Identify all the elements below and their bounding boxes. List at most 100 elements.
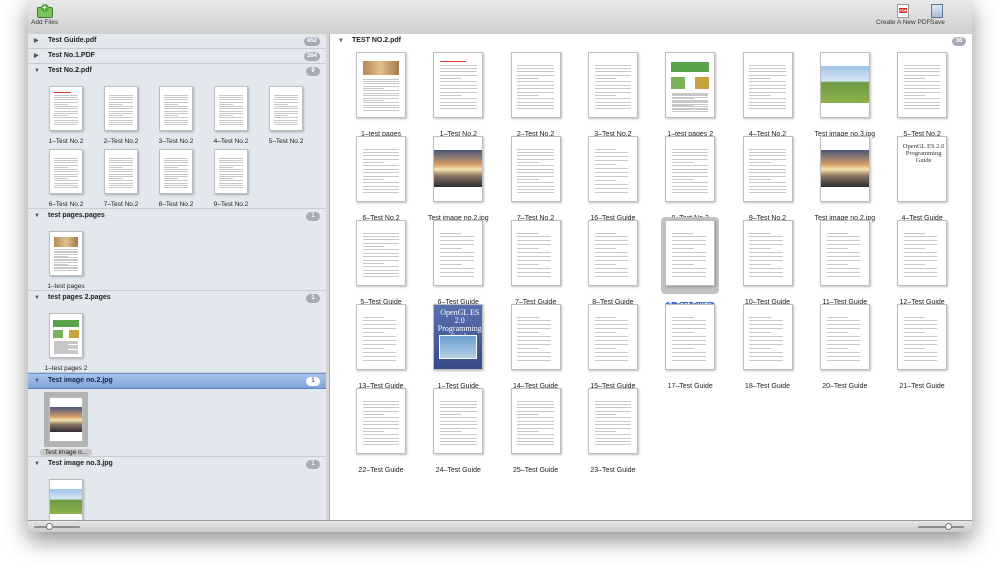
disclosure-triangle-icon[interactable]: ▼ [34, 64, 40, 78]
page-grid-item[interactable]: OpenGL ES 2.0 Programming Guide1–Test Gu… [423, 304, 493, 393]
page-grid-item[interactable]: Test image no.2.jpg [423, 136, 493, 225]
page-thumbnail [356, 304, 406, 370]
page-grid-item[interactable]: 14–Test Guide [501, 304, 571, 393]
create-pdf-button[interactable]: PDF Create A New PDF [876, 4, 931, 26]
page-grid-item[interactable]: 2–Test No.2 [501, 52, 571, 141]
page-grid-item[interactable]: 24–Test Guide [423, 388, 493, 477]
page-grid-item[interactable]: 17–Test Guide [655, 304, 725, 393]
page-grid-item[interactable]: 23–Test Guide [578, 388, 648, 477]
page-grid-item[interactable]: 18–Test Guide [733, 304, 803, 393]
page-grid-label: 23–Test Guide [590, 467, 636, 474]
sidebar-page-item[interactable]: 1–Test No.2 [40, 86, 92, 145]
page-grid-item[interactable]: 21–Test Guide [887, 304, 957, 393]
page-grid-item[interactable]: 22–Test Guide [346, 388, 416, 477]
main-zoom-slider[interactable] [918, 523, 964, 530]
sidebar-page-item[interactable]: Test image n... [40, 392, 92, 456]
page-grid-item[interactable]: 7–Test Guide [501, 220, 571, 309]
add-files-label: Add Files [31, 19, 59, 26]
page-grid-label: 20–Test Guide [822, 383, 868, 390]
page-thumbnail [49, 86, 83, 131]
page-grid-item[interactable]: 7–Test No.2 [501, 136, 571, 225]
sidebar-page-item[interactable]: 1–test pages 2 [40, 313, 92, 372]
sidebar-page-label: 3–Test No.2 [158, 138, 194, 145]
sidebar-page-item[interactable]: 1–test pages [40, 231, 92, 290]
page-grid-item[interactable]: 3–Test No.2 [578, 52, 648, 141]
page-grid-item[interactable]: 12–Test Guide [887, 220, 957, 309]
page-grid-item[interactable]: 11–Test Guide [810, 220, 880, 309]
photo-thumbnail [819, 52, 870, 118]
sidebar-group-header[interactable]: ▼ Test No.2.pdf 9 [28, 64, 326, 78]
page-thumbnail [49, 231, 83, 276]
disclosure-triangle-icon[interactable]: ▶ [34, 49, 39, 63]
page-thumbnail [433, 388, 484, 454]
slider-knob[interactable] [45, 523, 53, 530]
disclosure-triangle-icon[interactable]: ▶ [34, 34, 39, 48]
disclosure-triangle-icon[interactable]: ▼ [34, 291, 40, 305]
sidebar-zoom-slider[interactable] [34, 523, 80, 530]
sidebar-page-item[interactable]: 5–Test No.2 [260, 86, 312, 145]
page-grid-item[interactable]: 6–Test No.2 [346, 136, 416, 225]
sidebar-group-header[interactable]: ▶ Test Guide.pdf 452 [28, 34, 326, 48]
page-thumbnail [742, 136, 793, 202]
page-grid-item[interactable]: 4–Test No.2 [733, 52, 803, 141]
page-grid-item[interactable]: 8–Test Guide [578, 220, 648, 309]
page-grid-item[interactable]: 25–Test Guide [501, 388, 571, 477]
save-icon [931, 4, 944, 18]
page-grid-item[interactable]: 6–Test Guide [423, 220, 493, 309]
page-grid-item[interactable]: 16–Test Guide [578, 136, 648, 225]
page-grid-label: 22–Test Guide [358, 467, 404, 474]
page-thumbnail [510, 388, 561, 454]
page-thumbnail [214, 86, 248, 131]
page-thumbnail [819, 304, 870, 370]
disclosure-triangle-icon[interactable]: ▼ [34, 457, 40, 471]
page-grid-item[interactable]: 5–Test Guide [346, 220, 416, 309]
sidebar-page-item[interactable]: Test image n... [40, 479, 92, 520]
page-grid-item[interactable]: 20–Test Guide [810, 304, 880, 393]
app-window: + Add Files PDF Create A New PDF Save ▶ T… [28, 0, 972, 532]
page-count-badge: 364 [303, 52, 320, 61]
page-grid-item[interactable]: 1–test pages 2 [655, 52, 725, 141]
page-thumbnail [356, 220, 406, 286]
sidebar-group: ▼ Test image no.3.jpg 1 Test image n... [28, 457, 326, 520]
page-thumbnail [587, 220, 638, 286]
sidebar-group-header[interactable]: ▼ Test image no.2.jpg 1 [28, 373, 326, 389]
page-grid-item[interactable]: OpenGL ES 2.0 Programming Guide 4–Test Gu… [887, 136, 957, 225]
page-grid-item[interactable]: 9–Test No.2 [733, 136, 803, 225]
page-grid-item[interactable]: 9–Test Guide [655, 217, 725, 312]
sidebar-page-label: 1–test pages [47, 283, 85, 290]
sidebar-group-header[interactable]: ▶ Test No.1.PDF 364 [28, 49, 326, 63]
page-grid-item[interactable]: Test image no.2.jpg [810, 136, 880, 225]
slider-knob[interactable] [945, 523, 953, 530]
page-grid-item[interactable]: 8–Test No.2 [655, 136, 725, 225]
sidebar-page-item[interactable]: 9–Test No.2 [205, 149, 257, 208]
document-header[interactable]: ▼ TEST NO.2.pdf 36 [330, 34, 972, 48]
add-files-button[interactable]: + Add Files [31, 4, 59, 27]
sidebar-page-item[interactable]: 4–Test No.2 [205, 86, 257, 145]
page-grid-item[interactable]: Test image no.3.jpg [810, 52, 880, 141]
sidebar-group-header[interactable]: ▼ test pages 2.pages 1 [28, 291, 326, 305]
page-grid-item[interactable]: 5–Test No.2 [887, 52, 957, 141]
sidebar-page-item[interactable]: 3–Test No.2 [150, 86, 202, 145]
page-thumbnail [269, 86, 303, 131]
page-grid-item[interactable]: 13–Test Guide [346, 304, 416, 393]
disclosure-triangle-icon[interactable]: ▼ [338, 34, 344, 48]
sidebar-page-item[interactable]: 8–Test No.2 [150, 149, 202, 208]
sidebar-group-title: test pages 2.pages [48, 294, 111, 301]
sidebar-group: ▼ test pages 2.pages 1 1–test pages 2 [28, 291, 326, 373]
sidebar-page-item[interactable]: 6–Test No.2 [40, 149, 92, 208]
sidebar-page-label: 8–Test No.2 [158, 201, 194, 208]
sidebar-group-header[interactable]: ▼ Test image no.3.jpg 1 [28, 457, 326, 471]
page-grid-item[interactable]: 1–Test No.2 [423, 52, 493, 141]
save-button[interactable]: Save [930, 4, 945, 26]
pdf-icon: PDF [897, 4, 910, 18]
disclosure-triangle-icon[interactable]: ▼ [34, 374, 40, 388]
sidebar-page-item[interactable]: 7–Test No.2 [95, 149, 147, 208]
page-grid-label: 25–Test Guide [513, 467, 559, 474]
sidebar-group-header[interactable]: ▼ test pages.pages 1 [28, 209, 326, 223]
page-grid-label: 18–Test Guide [744, 383, 791, 390]
disclosure-triangle-icon[interactable]: ▼ [34, 209, 40, 223]
page-grid-item[interactable]: 1–test pages [346, 52, 416, 141]
page-grid-item[interactable]: 10–Test Guide [733, 220, 803, 309]
page-grid-item[interactable]: 15–Test Guide [578, 304, 648, 393]
sidebar-page-item[interactable]: 2–Test No.2 [95, 86, 147, 145]
